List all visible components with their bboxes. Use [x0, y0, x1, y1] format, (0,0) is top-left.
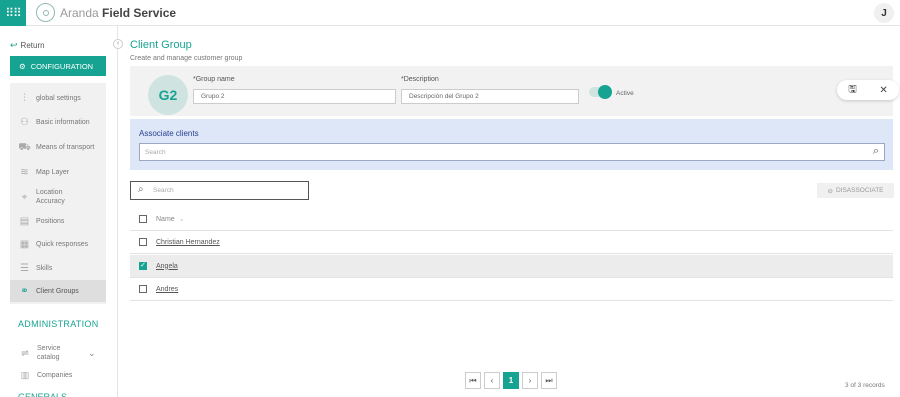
- close-icon[interactable]: ✕: [879, 85, 887, 96]
- page-subtitle: Create and manage customer group: [130, 55, 243, 62]
- sidebar-item-means-of-transport[interactable]: ⛟ Means of transport: [10, 134, 106, 160]
- administration-heading: ADMINISTRATION: [18, 319, 99, 329]
- description-label: *Description: [401, 76, 439, 83]
- sliders-icon: ⫶: [23, 92, 26, 104]
- skills-icon: ☰: [20, 262, 29, 274]
- client-name-link[interactable]: Angela: [156, 263, 178, 270]
- info-icon: ⚇: [20, 116, 29, 128]
- sort-icon: ⌄: [178, 216, 185, 223]
- apps-menu-button[interactable]: ⠿⠿: [0, 0, 26, 26]
- save-icon[interactable]: 🖫: [848, 82, 857, 99]
- search-icon: ⌕: [138, 184, 144, 195]
- table-row: Andres: [130, 278, 893, 301]
- sidebar-item-positions[interactable]: ▤ Positions: [10, 210, 106, 232]
- sidebar-item-location-accuracy[interactable]: ⌖ Location Accuracy: [10, 184, 106, 210]
- truck-icon: ⛟: [18, 141, 31, 153]
- page-button-current[interactable]: 1: [503, 372, 519, 389]
- sidebar-item-map-layer[interactable]: ≋ Map Layer: [10, 161, 106, 183]
- catalog-icon: ⇌: [21, 347, 29, 358]
- app-brand: Aranda Field Service: [60, 6, 177, 20]
- row-checkbox[interactable]: ✓: [139, 262, 147, 270]
- active-label: Active: [616, 90, 634, 97]
- name-column-header[interactable]: Name ⌄: [156, 215, 185, 223]
- gear-icon: ⚙: [19, 61, 26, 71]
- location-logo-icon: [36, 3, 55, 22]
- next-page-button[interactable]: ›: [522, 372, 538, 389]
- table-row: ✓ Angela: [130, 255, 893, 278]
- associate-clients-panel: Associate clients Search ⌕: [130, 119, 893, 170]
- client-search-input[interactable]: ⌕ Search: [130, 181, 309, 200]
- sidebar-item-skills[interactable]: ☰ Skills: [10, 257, 106, 279]
- sidebar-item-companies[interactable]: ▥ Companies: [18, 370, 73, 381]
- records-count: 3 of 3 records: [845, 382, 885, 389]
- positions-icon: ▤: [19, 215, 30, 227]
- form-actions: 🖫 ✕: [837, 80, 899, 100]
- client-groups-icon: ⚭: [20, 285, 29, 297]
- collapse-sidebar-button[interactable]: ‹: [113, 39, 123, 49]
- pagination: ⏮ ‹ 1 › ⏭: [465, 372, 557, 389]
- minus-circle-icon: ⊖: [827, 187, 833, 195]
- disassociate-button[interactable]: ⊖ DISASSOCIATE: [817, 183, 894, 198]
- row-checkbox[interactable]: [139, 238, 147, 246]
- group-name-label: *Group name: [193, 76, 235, 83]
- row-checkbox[interactable]: [139, 285, 147, 293]
- configuration-menu: ⫶ global settings ⚇ Basic information ⛟ Mea…: [10, 83, 106, 304]
- select-all-checkbox[interactable]: [139, 215, 147, 223]
- sidebar-item-service-catalog[interactable]: ⇌ Service catalog: [18, 344, 77, 362]
- configuration-button[interactable]: ⚙ CONFIGURATION: [10, 56, 106, 76]
- document-icon: ▦: [19, 238, 30, 250]
- return-arrow-icon: ↩: [10, 40, 18, 50]
- group-name-input[interactable]: Grupo 2: [193, 89, 396, 104]
- main-content: Client Group Create and manage customer …: [118, 26, 900, 397]
- top-bar: ⠿⠿ Aranda Field Service J: [0, 0, 900, 26]
- associate-search-input[interactable]: Search ⌕: [139, 143, 885, 161]
- prev-page-button[interactable]: ‹: [484, 372, 500, 389]
- page-title: Client Group: [130, 39, 192, 51]
- client-name-link[interactable]: Andres: [156, 286, 178, 293]
- building-icon: ▥: [20, 370, 30, 380]
- sidebar-item-basic-information[interactable]: ⚇ Basic information: [10, 111, 106, 133]
- table-row: Christian Hernandez: [130, 231, 893, 254]
- client-name-link[interactable]: Christian Hernandez: [156, 239, 220, 246]
- last-page-button[interactable]: ⏭: [541, 372, 557, 389]
- chevron-down-icon[interactable]: ⌄: [88, 348, 96, 359]
- return-link[interactable]: ↩ Return: [10, 40, 45, 51]
- table-header: Name ⌄: [130, 208, 893, 231]
- group-form: G2 *Group name Grupo 2 *Description Desc…: [130, 66, 893, 116]
- pin-icon: ⌖: [21, 191, 28, 203]
- description-input[interactable]: Descripción del Grupo 2: [401, 89, 579, 104]
- sidebar-item-global-settings[interactable]: ⫶ global settings: [10, 87, 106, 109]
- generals-heading: GENERALS: [18, 392, 68, 397]
- sidebar-item-quick-responses[interactable]: ▦ Quick responses: [10, 233, 106, 255]
- sidebar: ↩ Return ⚙ CONFIGURATION ⫶ global settings …: [0, 26, 118, 397]
- active-toggle[interactable]: [589, 85, 612, 99]
- layers-icon: ≋: [20, 166, 29, 178]
- group-avatar: G2: [148, 75, 188, 115]
- search-icon: ⌕: [872, 145, 879, 157]
- grid-icon: ⠿⠿: [5, 6, 22, 20]
- user-avatar[interactable]: J: [874, 3, 894, 23]
- associate-clients-title: Associate clients: [139, 129, 199, 138]
- sidebar-item-client-groups[interactable]: ⚭ Client Groups: [10, 280, 106, 302]
- first-page-button[interactable]: ⏮: [465, 372, 481, 389]
